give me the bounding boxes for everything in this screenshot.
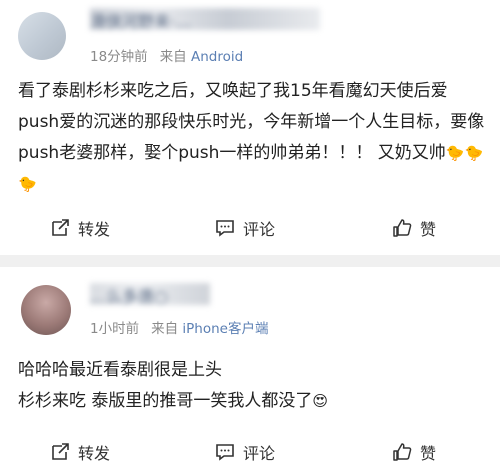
post-body: 看了泰剧杉杉来吃之后，又唤起了我15年看魔幻天使后爱push爱的沉迷的那段快乐时… <box>18 81 485 163</box>
post-text: 看了泰剧杉杉来吃之后，又唤起了我15年看魔幻天使后爱push爱的沉迷的那段快乐时… <box>18 76 486 200</box>
emoji-heart-eyes: 😍 <box>312 392 329 410</box>
repost-icon <box>52 443 69 460</box>
post-time: 1小时前 <box>90 321 140 337</box>
source-prefix: 来自 <box>159 49 187 65</box>
like-label: 赞 <box>420 444 437 463</box>
repost-button[interactable]: 转发 <box>50 437 110 467</box>
post-meta: 18分钟前 来自 Android <box>90 45 243 65</box>
comment-icon <box>216 220 234 237</box>
post-source[interactable]: iPhone客户端 <box>182 321 268 337</box>
comment-label: 评论 <box>243 220 276 239</box>
action-bar: 转发 评论 赞 <box>0 213 500 243</box>
action-bar: 转发 评论 赞 <box>0 437 500 467</box>
repost-label: 转发 <box>78 444 111 463</box>
post-body: 哈哈哈最近看泰剧很是上头 杉杉来吃 泰版里的推哥一笑我人都没了 <box>18 360 313 411</box>
source-prefix: 来自 <box>151 321 179 337</box>
comment-icon <box>216 444 234 461</box>
thumbs-up-icon <box>393 219 412 237</box>
weibo-post: …么多唐○ 1小时前 来自 iPhone客户端 哈哈哈最近看泰剧很是上头 杉杉来吃… <box>0 267 500 471</box>
repost-button[interactable]: 转发 <box>50 213 110 243</box>
repost-icon <box>52 219 69 236</box>
post-text: 哈哈哈最近看泰剧很是上头 杉杉来吃 泰版里的推哥一笑我人都没了😍 <box>18 355 486 417</box>
comment-label: 评论 <box>243 444 276 463</box>
comment-button[interactable]: 评论 <box>215 437 275 467</box>
post-meta: 1小时前 来自 iPhone客户端 <box>90 317 268 337</box>
post-time: 18分钟前 <box>90 49 148 65</box>
comment-button[interactable]: 评论 <box>215 213 275 243</box>
repost-label: 转发 <box>78 220 111 239</box>
avatar[interactable] <box>18 12 66 60</box>
weibo-post: 滑侠河野来·… 18分钟前 来自 Android 看了泰剧杉杉来吃之后，又唤起了我… <box>0 0 500 255</box>
username[interactable]: 滑侠河野来·… <box>90 8 320 31</box>
avatar[interactable] <box>21 285 71 335</box>
like-button[interactable]: 赞 <box>392 213 436 243</box>
thumbs-up-icon <box>393 443 412 461</box>
like-label: 赞 <box>420 220 437 239</box>
post-divider <box>0 255 500 267</box>
username[interactable]: …么多唐○ <box>90 283 210 306</box>
post-source[interactable]: Android <box>191 49 243 65</box>
like-button[interactable]: 赞 <box>392 437 436 467</box>
